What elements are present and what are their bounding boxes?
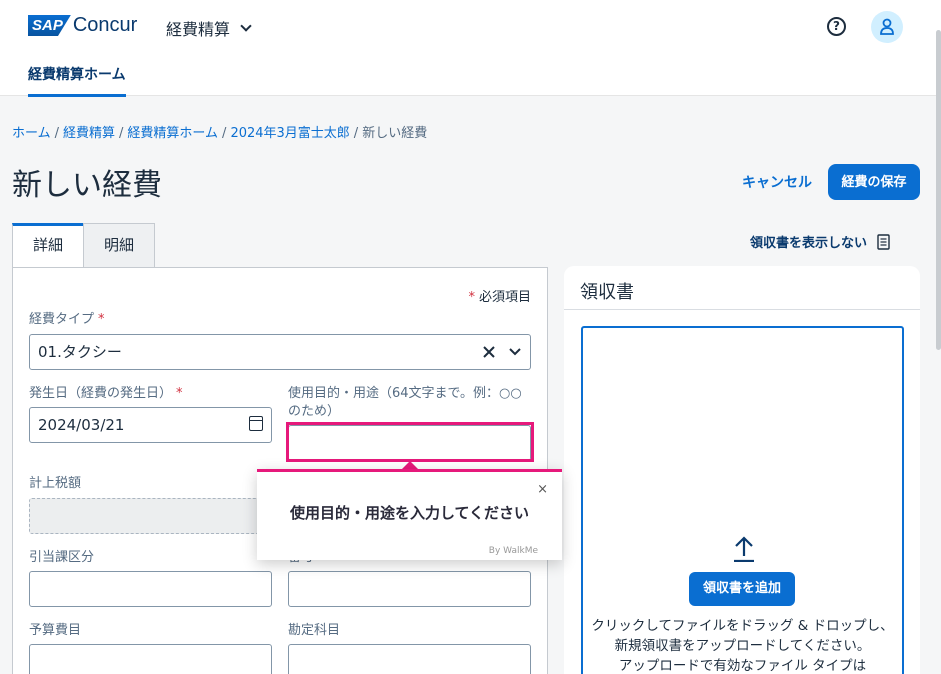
- chevron-down-icon[interactable]: [508, 347, 522, 357]
- tab-itemization[interactable]: 明細: [83, 223, 156, 268]
- drop-text-line: クリックしてファイルをドラッグ & ドロップし、: [591, 618, 894, 634]
- drop-text-line: 新規領収書をアップロードしてください。: [614, 638, 871, 654]
- required-note-text: 必須項目: [478, 290, 531, 305]
- sap-concur-logo[interactable]: SAP Concur: [28, 14, 137, 37]
- hide-receipt-toggle[interactable]: 領収書を表示しない: [750, 232, 890, 251]
- breadcrumb-separator: /: [222, 126, 227, 141]
- breadcrumb-separator: /: [353, 126, 359, 141]
- date-label-text: 発生日（経費の発生日）: [29, 386, 173, 401]
- concur-logo-text: Concur: [72, 14, 138, 36]
- breadcrumb-current: 新しい経費: [362, 126, 428, 141]
- breadcrumb-home[interactable]: ホーム: [12, 126, 51, 141]
- walkme-highlight: [286, 422, 534, 462]
- sap-logo-mark: SAP: [28, 15, 71, 36]
- required-star: *: [468, 290, 475, 305]
- charge-section-label: 引当課区分: [29, 550, 95, 565]
- transaction-date-field[interactable]: 2024/03/21: [29, 407, 272, 443]
- expense-type-label: 経費タイプ *: [29, 311, 105, 329]
- nav-tab-expense-home[interactable]: 経費精算ホーム: [28, 64, 126, 97]
- upload-icon: [734, 536, 754, 562]
- expense-type-value: 01.タクシー: [38, 343, 122, 361]
- add-receipt-button[interactable]: 領収書を追加: [689, 572, 795, 606]
- expense-type-label-text: 経費タイプ: [29, 312, 95, 327]
- receipt-dropzone[interactable]: 領収書を追加 クリックしてファイルをドラッグ & ドロップし、 新規領収書をアッ…: [581, 326, 904, 674]
- drop-text-line: アップロードで有効なファイル タイプは: [618, 658, 867, 674]
- tab-details[interactable]: 詳細: [12, 223, 85, 268]
- breadcrumb-expense-home[interactable]: 経費精算ホーム: [127, 126, 218, 141]
- expense-type-select[interactable]: 01.タクシー: [29, 334, 531, 370]
- walkme-brand: By WalkMe: [488, 546, 538, 556]
- walkme-tooltip: × 使用目的・用途を入力してください By WalkMe: [257, 469, 562, 560]
- date-value: 2024/03/21: [38, 416, 125, 434]
- page-scrollbar[interactable]: [936, 30, 941, 350]
- tax-amount-label: 計上税額: [29, 476, 82, 491]
- user-icon: [880, 18, 894, 35]
- breadcrumb: ホーム / 経費精算 / 経費精算ホーム/2024年3月富士太郎 / 新しい経費: [12, 122, 427, 141]
- charge-section-field[interactable]: [29, 571, 272, 607]
- breadcrumb-expense[interactable]: 経費精算: [63, 126, 115, 141]
- tooltip-message: 使用目的・用途を入力してください: [289, 504, 530, 522]
- required-star: *: [98, 312, 105, 327]
- required-star: *: [176, 386, 183, 401]
- help-icon[interactable]: ?: [827, 17, 846, 36]
- receipt-panel: 領収書 領収書を追加 クリックしてファイルをドラッグ & ドロップし、 新規領収…: [564, 266, 920, 674]
- breadcrumb-separator: /: [54, 126, 60, 141]
- app-header: SAP Concur 経費精算 ? 経費精算ホーム: [0, 0, 941, 97]
- detail-tabs: 詳細 明細: [12, 223, 156, 268]
- page-title: 新しい経費: [12, 168, 162, 203]
- budget-field[interactable]: [29, 644, 272, 674]
- receipt-icon: [877, 233, 890, 250]
- account-label: 勘定科目: [288, 623, 341, 638]
- right-column-field[interactable]: [288, 571, 531, 607]
- dropzone-instructions: クリックしてファイルをドラッグ & ドロップし、 新規領収書をアップロードしてく…: [583, 616, 902, 674]
- tax-amount-field: [29, 498, 272, 534]
- app-menu-dropdown[interactable]: 経費精算: [166, 16, 252, 40]
- cancel-button[interactable]: キャンセル: [742, 172, 812, 192]
- account-field[interactable]: [288, 644, 531, 674]
- close-icon[interactable]: ×: [537, 482, 548, 497]
- chevron-down-icon: [240, 20, 252, 32]
- save-expense-button[interactable]: 経費の保存: [828, 164, 920, 200]
- receipt-panel-title: 領収書: [580, 282, 634, 303]
- hide-receipt-label: 領収書を表示しない: [750, 236, 868, 251]
- user-profile-avatar[interactable]: [871, 11, 903, 43]
- date-label: 発生日（経費の発生日） *: [29, 385, 183, 403]
- purpose-label: 使用目的・用途（64文字まで。例：○○のため）: [288, 386, 522, 419]
- clear-icon[interactable]: [482, 345, 496, 359]
- app-menu-label: 経費精算: [166, 20, 231, 39]
- breadcrumb-separator: /: [119, 126, 124, 141]
- breadcrumb-report[interactable]: 2024年3月富士太郎: [230, 126, 349, 141]
- budget-label: 予算費目: [29, 623, 82, 638]
- required-note: * 必須項目: [468, 286, 531, 305]
- calendar-icon[interactable]: [249, 416, 263, 431]
- divider: [564, 309, 920, 310]
- select-controls: [482, 335, 522, 369]
